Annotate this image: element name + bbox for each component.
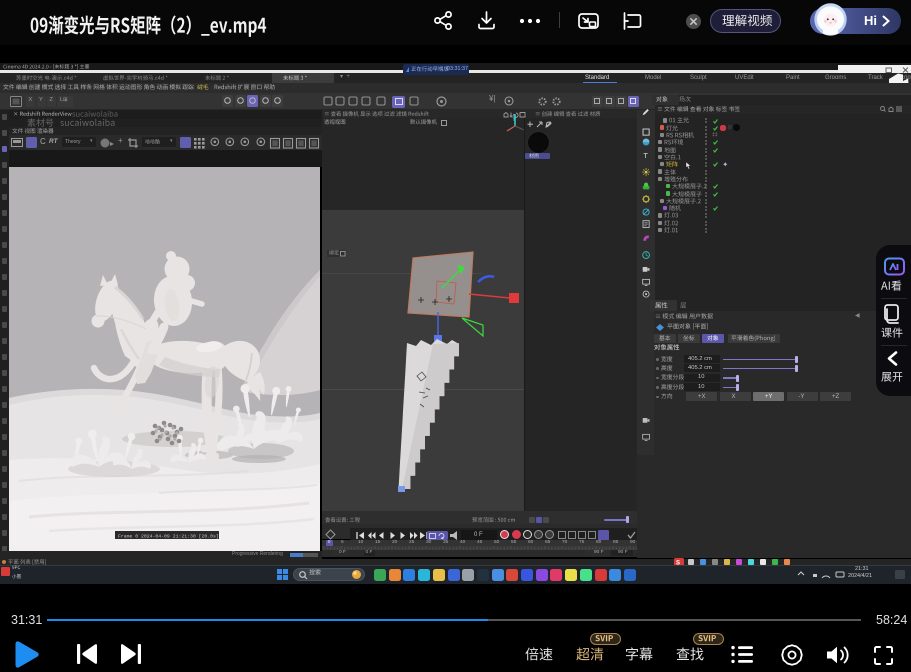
svg-text:Frame 0 2024-04-09 21:21:30 [: Frame 0 2024-04-09 21:21:30 [20.0s] xyxy=(118,534,219,540)
svg-text:Y: Y xyxy=(512,117,516,123)
svg-text:T: T xyxy=(643,150,648,159)
